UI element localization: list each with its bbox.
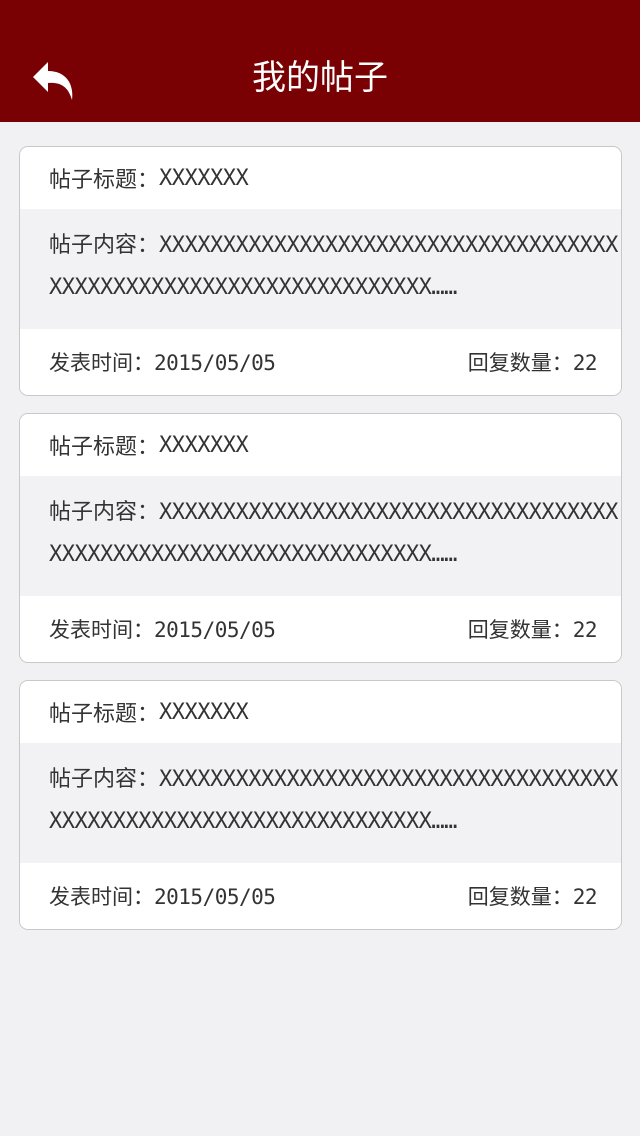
post-content-line-1: 帖子内容：XXXXXXXXXXXXXXXXXXXXXXXXXXXXXXXXXXX… (49, 759, 621, 801)
post-time-label: 发表时间： (49, 885, 154, 909)
post-card[interactable]: 帖子标题： XXXXXXX 帖子内容：XXXXXXXXXXXXXXXXXXXXX… (19, 413, 622, 663)
post-reply-count: 回复数量：22 (467, 614, 598, 644)
post-card[interactable]: 帖子标题： XXXXXXX 帖子内容：XXXXXXXXXXXXXXXXXXXXX… (19, 680, 622, 930)
post-content-line-2: XXXXXXXXXXXXXXXXXXXXXXXXXXXXXX…… (49, 275, 457, 300)
post-time: 发表时间：2015/05/05 (49, 881, 276, 911)
post-title-row: 帖子标题： XXXXXXX (20, 147, 621, 209)
post-list: 帖子标题： XXXXXXX 帖子内容：XXXXXXXXXXXXXXXXXXXXX… (19, 146, 622, 947)
post-reply-label: 回复数量： (467, 351, 573, 375)
post-title-value: XXXXXXX (159, 165, 249, 191)
post-title-value: XXXXXXX (159, 432, 249, 458)
post-content-line-1: 帖子内容：XXXXXXXXXXXXXXXXXXXXXXXXXXXXXXXXXXX… (49, 492, 621, 534)
post-content-text: XXXXXXXXXXXXXXXXXXXXXXXXXXXXXXXXXXXX (159, 500, 618, 525)
post-reply-value: 22 (572, 885, 598, 909)
post-reply-count: 回复数量：22 (467, 881, 598, 911)
post-reply-value: 22 (572, 618, 598, 642)
post-footer-row: 发表时间：2015/05/05 回复数量：22 (20, 863, 621, 929)
post-content-label: 帖子内容： (49, 767, 160, 792)
post-title-value: XXXXXXX (159, 699, 249, 725)
post-time-value: 2015/05/05 (154, 618, 276, 642)
post-footer-row: 发表时间：2015/05/05 回复数量：22 (20, 596, 621, 662)
post-time-value: 2015/05/05 (154, 885, 276, 909)
app-header: 我的帖子 (0, 0, 640, 122)
post-content-text: XXXXXXXXXXXXXXXXXXXXXXXXXXXXXXXXXXXX (159, 767, 618, 792)
post-content-label: 帖子内容： (49, 233, 160, 258)
post-reply-label: 回复数量： (467, 618, 573, 642)
post-content-row: 帖子内容：XXXXXXXXXXXXXXXXXXXXXXXXXXXXXXXXXXX… (20, 743, 621, 863)
post-content-label: 帖子内容： (49, 500, 160, 525)
post-reply-count: 回复数量：22 (467, 347, 598, 377)
post-time: 发表时间：2015/05/05 (49, 614, 276, 644)
page-title: 我的帖子 (252, 58, 388, 98)
post-content-text: XXXXXXXXXXXXXXXXXXXXXXXXXXXXXXXXXXXX (159, 233, 618, 258)
post-card[interactable]: 帖子标题： XXXXXXX 帖子内容：XXXXXXXXXXXXXXXXXXXXX… (19, 146, 622, 396)
post-reply-value: 22 (572, 351, 598, 375)
post-title-row: 帖子标题： XXXXXXX (20, 681, 621, 743)
post-title-label: 帖子标题： (49, 702, 160, 727)
post-reply-label: 回复数量： (467, 885, 573, 909)
post-time-label: 发表时间： (49, 618, 154, 642)
post-content-line-2: XXXXXXXXXXXXXXXXXXXXXXXXXXXXXX…… (49, 542, 457, 567)
post-time-label: 发表时间： (49, 351, 154, 375)
post-content-row: 帖子内容：XXXXXXXXXXXXXXXXXXXXXXXXXXXXXXXXXXX… (20, 209, 621, 329)
post-content-line-1: 帖子内容：XXXXXXXXXXXXXXXXXXXXXXXXXXXXXXXXXXX… (49, 225, 621, 267)
post-time: 发表时间：2015/05/05 (49, 347, 276, 377)
post-time-value: 2015/05/05 (154, 351, 276, 375)
post-title-label: 帖子标题： (49, 168, 160, 193)
post-title-row: 帖子标题： XXXXXXX (20, 414, 621, 476)
post-content-row: 帖子内容：XXXXXXXXXXXXXXXXXXXXXXXXXXXXXXXXXXX… (20, 476, 621, 596)
post-footer-row: 发表时间：2015/05/05 回复数量：22 (20, 329, 621, 395)
post-content-line-2: XXXXXXXXXXXXXXXXXXXXXXXXXXXXXX…… (49, 809, 457, 834)
post-title-label: 帖子标题： (49, 435, 160, 460)
